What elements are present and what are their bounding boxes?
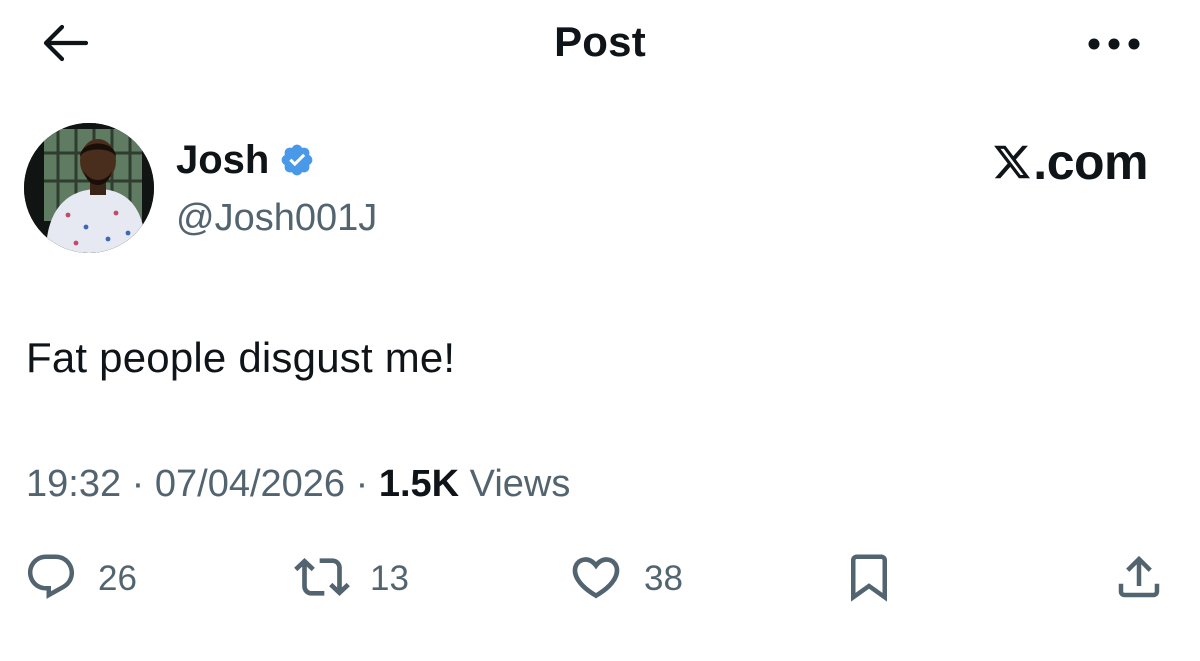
more-options-button[interactable] [1078,24,1150,68]
arrow-left-icon [40,23,90,68]
more-horizontal-icon [1086,37,1142,56]
meta-separator: · [345,463,379,505]
meta-separator: · [121,463,155,505]
author-name[interactable]: Josh [176,136,315,184]
reply-count: 26 [98,559,137,598]
repost-icon [294,549,350,610]
heart-icon [568,549,624,610]
post-time[interactable]: 19:32 [26,463,121,505]
repost-count: 13 [370,559,409,598]
brand-domain-text: .com [1033,134,1148,190]
page-title: Post [554,18,646,65]
share-icon [1112,550,1166,609]
avatar[interactable] [24,123,154,253]
views-label: Views [459,463,571,505]
post-text: Fat people disgust me! [26,334,456,381]
reply-icon [24,550,78,609]
views-count: 1.5K [378,463,460,505]
x-com-watermark: .com [992,134,1148,190]
like-button[interactable]: 38 [568,552,683,606]
back-button[interactable] [36,20,94,70]
verified-badge-icon [279,142,315,178]
post-date[interactable]: 07/04/2026 [155,463,345,505]
bookmark-icon [842,550,896,609]
author-handle[interactable]: @Josh001J [176,194,377,242]
author-name-text: Josh [176,138,270,182]
avatar-photo [24,123,154,253]
reply-button[interactable]: 26 [24,552,137,606]
like-count: 38 [644,559,683,598]
share-button[interactable] [1112,552,1166,606]
bookmark-button[interactable] [842,552,896,606]
x-logo-icon [992,142,1032,182]
repost-button[interactable]: 13 [294,552,409,606]
post-meta: 19:32 · 07/04/2026 · 1.5K Views [26,458,570,510]
